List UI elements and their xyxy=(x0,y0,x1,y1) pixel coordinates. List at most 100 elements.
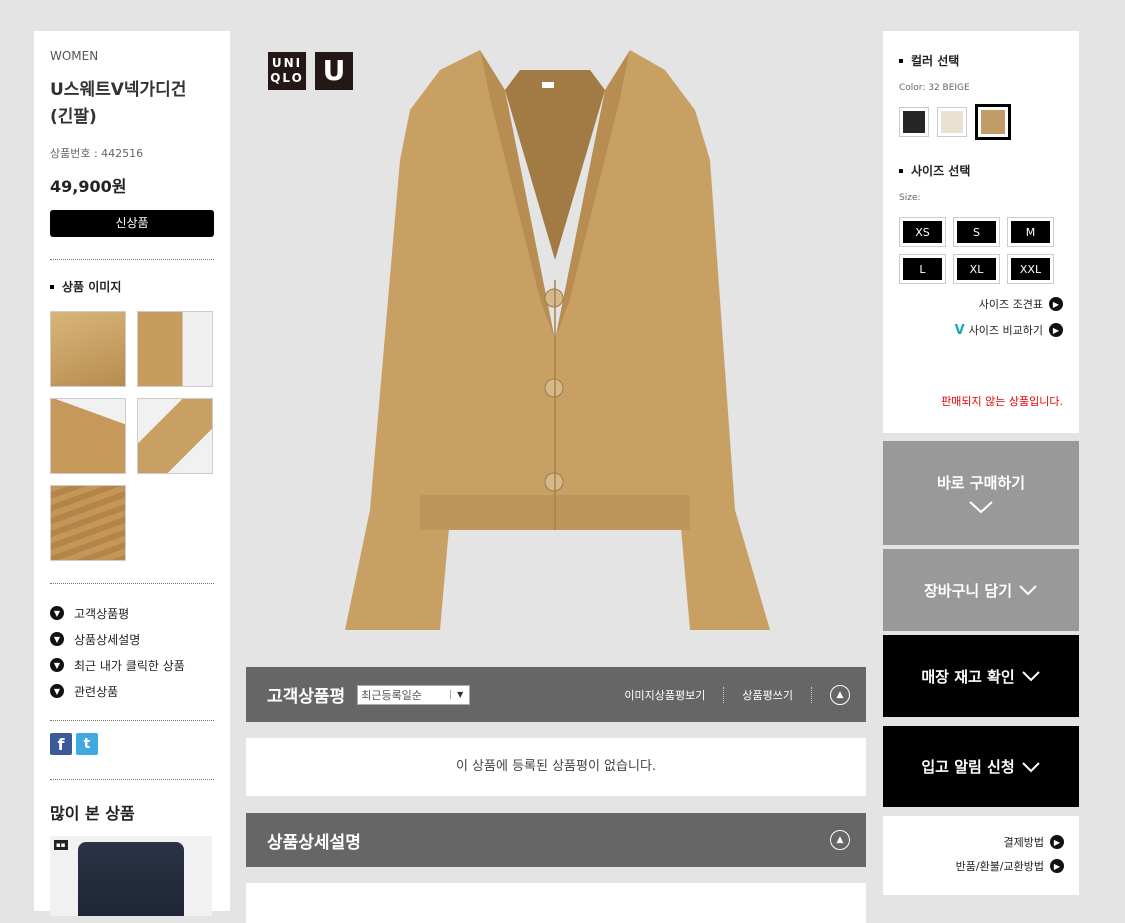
size-l[interactable]: L xyxy=(899,254,946,284)
link-details[interactable]: ▼ 상품상세설명 xyxy=(50,626,214,652)
bullet-icon xyxy=(899,168,903,173)
size-label: XL xyxy=(957,258,996,280)
thumbnail-2[interactable] xyxy=(137,311,213,387)
link-label: 최근 내가 클릭한 상품 xyxy=(74,658,185,673)
store-stock-label: 매장 재고 확인 xyxy=(921,667,1015,686)
chevron-down-icon: ▼ xyxy=(50,632,64,646)
payment-label: 결제방법 xyxy=(1003,836,1044,849)
write-review-link[interactable]: 상품평쓰기 xyxy=(742,687,793,703)
sort-select[interactable]: 최근등록일순 ▼ xyxy=(357,684,471,705)
chevron-down-icon xyxy=(1021,671,1040,682)
size-s[interactable]: S xyxy=(953,217,1000,247)
size-label: M xyxy=(1011,221,1050,243)
color-swatch-cream[interactable] xyxy=(937,107,967,137)
link-label: 관련상품 xyxy=(74,684,119,699)
facebook-icon[interactable]: f xyxy=(50,733,72,755)
product-name: U스웨트V넥가디건 (긴팔) xyxy=(50,77,214,131)
link-reviews[interactable]: ▼ 고객상품평 xyxy=(50,600,214,626)
size-title-label: 사이즈 선택 xyxy=(911,164,971,178)
restock-alert-button[interactable]: 입고 알림 신청 xyxy=(883,726,1079,807)
size-label: XXL xyxy=(1011,258,1050,280)
detail-content xyxy=(246,883,866,923)
image-section-title: 상품 이미지 xyxy=(50,278,214,295)
payment-link[interactable]: 결제방법 ▶ xyxy=(883,830,1079,854)
size-compare-link[interactable]: V 사이즈 비교하기 ▶ xyxy=(899,322,1063,338)
empty-review-message: 이 상품에 등록된 상품평이 없습니다. xyxy=(246,738,866,796)
new-product-badge: 신상품 xyxy=(50,210,214,237)
social-share: f t xyxy=(50,733,214,755)
divider xyxy=(50,720,214,721)
product-name-line1: U스웨트V넥가디건 xyxy=(50,80,187,100)
buy-now-label: 바로 구매하기 xyxy=(936,473,1026,492)
arrow-right-icon: ▶ xyxy=(1050,859,1064,873)
thumbnail-5[interactable] xyxy=(50,485,126,561)
size-label: XS xyxy=(903,221,942,243)
separator xyxy=(723,686,725,703)
color-swatches xyxy=(899,104,1063,140)
arrow-right-icon: ▶ xyxy=(1049,297,1063,311)
separator xyxy=(811,686,812,703)
category-label: WOMEN xyxy=(50,49,99,63)
thumbnail-1[interactable] xyxy=(50,311,126,387)
chevron-down-icon: ▼ xyxy=(50,606,64,620)
uniqlo-logo: UNI QLO xyxy=(268,52,306,90)
size-m[interactable]: M xyxy=(1007,217,1054,247)
bullet-icon xyxy=(50,284,54,289)
size-label: Size: xyxy=(899,193,921,203)
popular-product-image[interactable]: ▪▪ xyxy=(50,836,212,916)
twitter-icon[interactable]: t xyxy=(76,733,98,755)
chevron-down-icon xyxy=(1019,585,1037,596)
link-label: 상품상세설명 xyxy=(74,632,141,647)
arrow-right-icon: ▶ xyxy=(1049,323,1063,337)
size-xxl[interactable]: XXL xyxy=(1007,254,1054,284)
add-to-cart-button[interactable]: 장바구니 담기 xyxy=(883,549,1079,631)
divider xyxy=(50,583,214,584)
size-label: S xyxy=(957,221,996,243)
image-section-label: 상품 이미지 xyxy=(62,280,122,294)
info-links-panel: 결제방법 ▶ 반품/환불/교환방법 ▶ xyxy=(883,816,1079,895)
review-header-bar: 고객상품평 최근등록일순 ▼ 이미지상품평보기 상품평쓰기 ▲ xyxy=(246,667,866,722)
return-link[interactable]: 반품/환불/교환방법 ▶ xyxy=(883,854,1079,878)
product-number: 상품번호 : 442516 xyxy=(50,147,144,160)
product-image xyxy=(345,50,770,630)
restock-alert-label: 입고 알림 신청 xyxy=(921,758,1015,776)
logo-line: UNI xyxy=(271,56,303,70)
option-panel: 컬러 선택 Color: 32 BEIGE 사이즈 선택 Size: XS S … xyxy=(883,31,1079,433)
v-logo-icon: V xyxy=(954,322,965,338)
size-compare-label: 사이즈 비교하기 xyxy=(968,324,1043,337)
size-xs[interactable]: XS xyxy=(899,217,946,247)
link-recent[interactable]: ▼ 최근 내가 클릭한 상품 xyxy=(50,652,214,678)
color-swatch-beige[interactable] xyxy=(975,104,1011,140)
product-info-panel: WOMEN U스웨트V넥가디건 (긴팔) 상품번호 : 442516 49,90… xyxy=(34,31,230,916)
uniqlo-logo-icon: ▪▪ xyxy=(54,840,68,850)
thumbnail-4[interactable] xyxy=(137,398,213,474)
size-xl[interactable]: XL xyxy=(953,254,1000,284)
add-cart-label: 장바구니 담기 xyxy=(923,581,1013,600)
buy-now-button[interactable]: 바로 구매하기 xyxy=(883,441,1079,545)
denim-jacket-image xyxy=(78,842,184,916)
collapse-icon[interactable]: ▲ xyxy=(830,830,850,850)
size-chart-link[interactable]: 사이즈 조견표 ▶ xyxy=(899,296,1063,312)
arrow-right-icon: ▶ xyxy=(1050,835,1064,849)
size-chart-label: 사이즈 조견표 xyxy=(978,298,1043,311)
divider xyxy=(50,259,214,260)
logo-line: QLO xyxy=(270,71,304,85)
link-related[interactable]: ▼ 관련상품 xyxy=(50,678,214,704)
thumbnail-grid xyxy=(50,311,214,561)
divider xyxy=(50,779,214,780)
chevron-down-icon xyxy=(969,500,993,513)
bullet-icon xyxy=(899,58,903,63)
product-name-line2: (긴팔) xyxy=(50,107,97,127)
collapse-icon[interactable]: ▲ xyxy=(830,684,850,705)
image-reviews-link[interactable]: 이미지상품평보기 xyxy=(624,687,705,703)
detail-title: 상품상세설명 xyxy=(267,832,361,853)
thumbnail-3[interactable] xyxy=(50,398,126,474)
return-label: 반품/환불/교환방법 xyxy=(955,860,1044,873)
color-title-label: 컬러 선택 xyxy=(911,54,960,68)
size-select-title: 사이즈 선택 xyxy=(899,162,1063,179)
chevron-down-icon: ▼ xyxy=(50,684,64,698)
dropdown-arrow-icon: ▼ xyxy=(450,690,469,699)
store-stock-button[interactable]: 매장 재고 확인 xyxy=(883,635,1079,717)
sort-value: 최근등록일순 xyxy=(361,688,422,702)
color-swatch-black[interactable] xyxy=(899,107,929,137)
